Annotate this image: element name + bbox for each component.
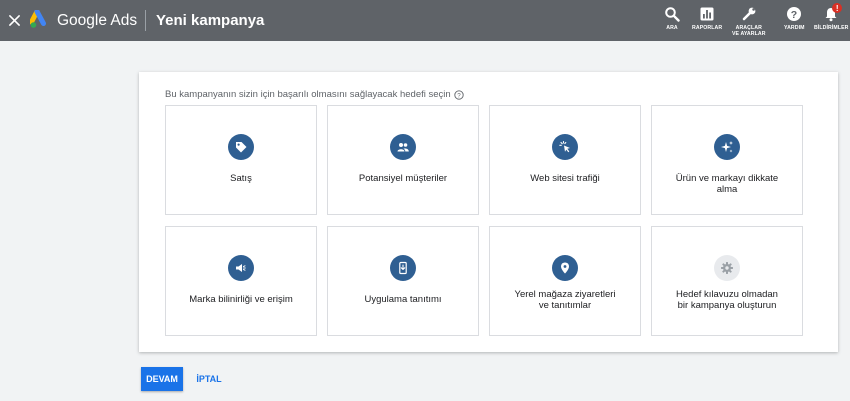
goal-card-app-promotion[interactable]: Uygulama tanıtımı (327, 226, 479, 336)
tools-and-settings-button[interactable]: ARAÇLAR VE AYARLAR (732, 6, 766, 37)
sparkle-icon (714, 134, 740, 160)
search-label: ARA (666, 25, 678, 31)
cancel-button[interactable]: İPTAL (189, 367, 229, 391)
goal-label: Satış (230, 173, 252, 184)
megaphone-icon (228, 255, 254, 281)
goal-label: Potansiyel müşteriler (358, 173, 448, 184)
search-icon (665, 7, 680, 22)
goal-prompt: Bu kampanyanın sizin için başarılı olmas… (165, 89, 464, 100)
brand-name: Google Ads (57, 12, 138, 29)
notifications-label: BİLDİRİMLER (814, 25, 849, 31)
wrench-icon (742, 7, 756, 21)
svg-text:?: ? (457, 92, 461, 99)
help-button[interactable]: ? YARDIM (784, 6, 805, 31)
goal-card-consideration[interactable]: Ürün ve markayı dikkate alma (651, 105, 803, 215)
goal-card-website-traffic[interactable]: Web sitesi trafiği (489, 105, 641, 215)
search-button[interactable]: ARA (664, 6, 680, 31)
goal-label: Ürün ve markayı dikkate alma (675, 173, 779, 195)
goal-label: Yerel mağaza ziyaretleri ve tanıtımlar (514, 289, 616, 311)
close-icon (8, 14, 20, 26)
goal-card-brand-awareness[interactable]: Marka bilinirliği ve erişim (165, 226, 317, 336)
reports-icon (700, 7, 714, 21)
goal-card-leads[interactable]: Potansiyel müşteriler (327, 105, 479, 215)
reports-button[interactable]: RAPORLAR (692, 6, 722, 31)
people-icon (390, 134, 416, 160)
close-button[interactable] (6, 11, 22, 29)
gear-icon (714, 255, 740, 281)
goal-label: Marka bilinirliği ve erişim (189, 294, 293, 305)
tools-label: ARAÇLAR VE AYARLAR (732, 25, 766, 37)
help-circle-icon: ? (787, 7, 802, 21)
page-title: Yeni kampanya (156, 12, 265, 29)
goal-card-sales[interactable]: Satış (165, 105, 317, 215)
help-label: YARDIM (784, 25, 805, 31)
notifications-button[interactable]: ! BİLDİRİMLER (814, 3, 849, 31)
goal-card-no-goal-guidance[interactable]: Hedef kılavuzu olmadan bir kampanya oluş… (651, 226, 803, 336)
cursor-click-icon (552, 134, 578, 160)
top-app-bar: Google Ads Yeni kampanya ARA RAPORLAR AR… (0, 0, 850, 41)
goal-label: Uygulama tanıtımı (364, 294, 442, 305)
tag-icon (228, 134, 254, 160)
goal-label: Hedef kılavuzu olmadan bir kampanya oluş… (676, 289, 778, 311)
location-pin-icon (552, 255, 578, 281)
help-outline-icon[interactable]: ? (454, 89, 464, 100)
google-ads-logo-icon (30, 10, 46, 28)
continue-button[interactable]: DEVAM (141, 367, 183, 391)
goal-label: Web sitesi trafiği (530, 173, 600, 184)
goal-prompt-text: Bu kampanyanın sizin için başarılı olmas… (165, 89, 451, 100)
phone-download-icon (390, 255, 416, 281)
goal-selection-panel: Bu kampanyanın sizin için başarılı olmas… (139, 72, 838, 352)
reports-label: RAPORLAR (692, 25, 723, 31)
svg-text:?: ? (791, 9, 797, 21)
goal-card-local-store-visits[interactable]: Yerel mağaza ziyaretleri ve tanıtımlar (489, 226, 641, 336)
header-divider (145, 10, 146, 31)
notification-badge: ! (832, 3, 843, 13)
